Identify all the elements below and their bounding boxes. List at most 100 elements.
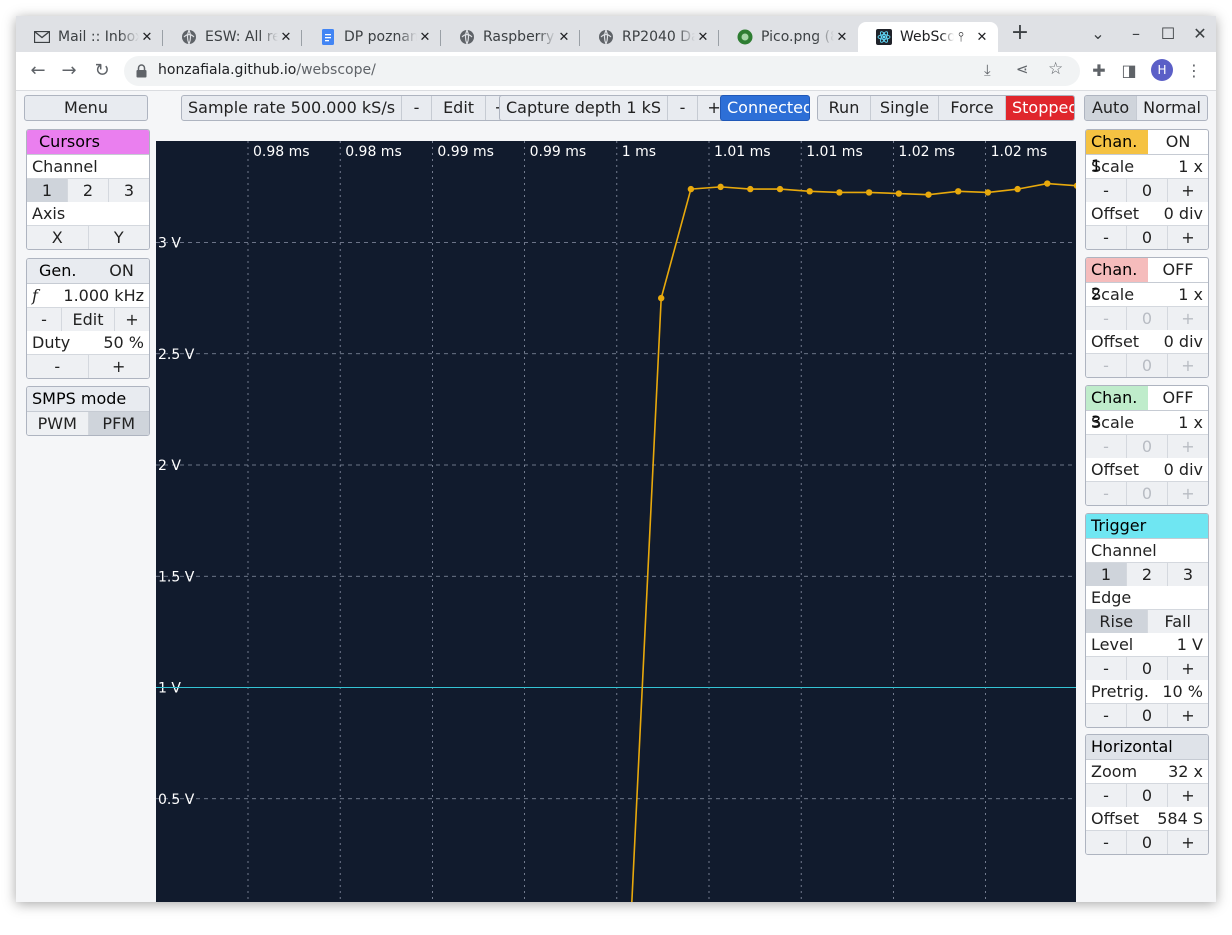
profile-avatar[interactable]: H bbox=[1151, 59, 1173, 81]
channel-3-title[interactable]: Chan. 3 bbox=[1086, 386, 1148, 431]
minimize-button[interactable]: – bbox=[1122, 24, 1150, 43]
duty-increase-button[interactable]: + bbox=[89, 355, 150, 378]
close-icon[interactable]: ✕ bbox=[695, 30, 711, 45]
channel-1-state-toggle[interactable]: ON bbox=[1148, 130, 1208, 154]
channel-1-scale-increase-button[interactable]: + bbox=[1168, 179, 1208, 202]
smps-panel: SMPS mode PWM PFM bbox=[26, 386, 150, 436]
sample-rate-edit-button[interactable]: Edit bbox=[432, 96, 487, 120]
globe-icon bbox=[181, 29, 197, 45]
sample-rate-label: Sample rate 500.000 kS/s bbox=[182, 96, 403, 120]
close-icon[interactable]: ✕ bbox=[974, 30, 990, 45]
channel-3-offset-decrease-button[interactable]: - bbox=[1086, 482, 1127, 505]
install-app-icon[interactable]: ⤓ bbox=[984, 61, 991, 79]
horizontal-offset-decrease-button[interactable]: - bbox=[1086, 831, 1127, 854]
trigger-channel-3-button[interactable]: 3 bbox=[1168, 563, 1208, 586]
tab-raspberry[interactable]: Raspberry P ✕ bbox=[441, 22, 580, 52]
channel-2-state-toggle[interactable]: OFF bbox=[1148, 258, 1208, 282]
back-button[interactable]: ← bbox=[28, 61, 48, 81]
reload-button[interactable]: ↻ bbox=[92, 61, 112, 81]
generator-panel: Gen. ON f 1.000 kHz - Edit + Duty 50 % -… bbox=[26, 258, 150, 379]
channel-3-offset-step: 0 bbox=[1127, 482, 1168, 505]
zoom-decrease-button[interactable]: - bbox=[1086, 784, 1127, 807]
close-icon[interactable]: ✕ bbox=[834, 30, 850, 45]
voltage-tick-label: 1 V bbox=[158, 681, 181, 697]
channel-3-scale-step: 0 bbox=[1127, 435, 1168, 458]
horizontal-offset-increase-button[interactable]: + bbox=[1168, 831, 1208, 854]
smps-pfm-button[interactable]: PFM bbox=[88, 412, 149, 435]
smps-pwm-button[interactable]: PWM bbox=[27, 412, 89, 435]
channel-2-offset-increase-button[interactable]: + bbox=[1168, 354, 1208, 377]
channel-3-state-toggle[interactable]: OFF bbox=[1148, 386, 1208, 410]
channel-2-scale-decrease-button[interactable]: - bbox=[1086, 307, 1127, 330]
connected-status-button[interactable]: Connected bbox=[721, 96, 809, 120]
maximize-button[interactable]: ☐ bbox=[1154, 24, 1182, 43]
trigger-pretrig-decrease-button[interactable]: - bbox=[1086, 704, 1127, 727]
more-menu-icon[interactable]: ⋮ bbox=[1184, 61, 1204, 81]
sample-point bbox=[955, 188, 962, 195]
frequency-increase-button[interactable]: + bbox=[115, 308, 149, 331]
duty-decrease-button[interactable]: - bbox=[27, 355, 89, 378]
cursor-channel-3-button[interactable]: 3 bbox=[109, 179, 149, 202]
forward-button[interactable]: → bbox=[59, 61, 79, 81]
tab-webscope[interactable]: WebSco ⫯ ✕ bbox=[858, 22, 998, 52]
channel-3-offset-increase-button[interactable]: + bbox=[1168, 482, 1208, 505]
close-icon[interactable]: ✕ bbox=[278, 30, 294, 45]
force-button[interactable]: Force bbox=[939, 96, 1006, 120]
trigger-channel-2-button[interactable]: 2 bbox=[1127, 563, 1168, 586]
frequency-edit-button[interactable]: Edit bbox=[62, 308, 115, 331]
stopped-button[interactable]: Stopped bbox=[1006, 96, 1074, 120]
tab-mail[interactable]: Mail :: Inbox ✕ bbox=[16, 22, 163, 52]
close-icon[interactable]: ✕ bbox=[139, 30, 155, 45]
channel-3-scale-decrease-button[interactable]: - bbox=[1086, 435, 1127, 458]
mail-icon bbox=[34, 29, 50, 45]
channel-2-scale-increase-button[interactable]: + bbox=[1168, 307, 1208, 330]
close-icon[interactable]: ✕ bbox=[417, 30, 433, 45]
trigger-fall-button[interactable]: Fall bbox=[1148, 610, 1209, 633]
trigger-rise-button[interactable]: Rise bbox=[1086, 610, 1148, 633]
oscilloscope-display[interactable]: 0.98 ms 0.98 ms 0.99 ms 0.99 ms 1 ms 1.01 ms 1… bbox=[156, 141, 1076, 902]
zoom-increase-button[interactable]: + bbox=[1168, 784, 1208, 807]
channel-3-scale-increase-button[interactable]: + bbox=[1168, 435, 1208, 458]
cursor-channel-1-button[interactable]: 1 bbox=[27, 179, 68, 202]
address-bar[interactable]: honzafiala.github.io/webscope/ ⤓ ⋖ ☆ bbox=[124, 56, 1080, 86]
cursors-title[interactable]: Cursors bbox=[27, 130, 149, 154]
channel-2-title[interactable]: Chan. 2 bbox=[1086, 258, 1148, 303]
frequency-decrease-button[interactable]: - bbox=[27, 308, 62, 331]
sample-point bbox=[776, 185, 784, 193]
auto-mode-button[interactable]: Auto bbox=[1085, 96, 1138, 120]
tab-pico-png[interactable]: Pico.png (8 ✕ bbox=[719, 22, 858, 52]
channel-1-offset-increase-button[interactable]: + bbox=[1168, 226, 1208, 249]
close-icon[interactable]: ✕ bbox=[556, 30, 572, 45]
normal-mode-button[interactable]: Normal bbox=[1137, 96, 1207, 120]
tab-esw[interactable]: ESW: All re ✕ bbox=[163, 22, 302, 52]
channel-1-scale-decrease-button[interactable]: - bbox=[1086, 179, 1127, 202]
trigger-channel-1-button[interactable]: 1 bbox=[1086, 563, 1127, 586]
side-panel-icon[interactable]: ◨ bbox=[1119, 61, 1139, 81]
extensions-puzzle-icon[interactable]: ✚ bbox=[1089, 61, 1109, 81]
cursor-axis-y-button[interactable]: Y bbox=[89, 226, 150, 249]
channel-2-offset-decrease-button[interactable]: - bbox=[1086, 354, 1127, 377]
channel-1-offset-decrease-button[interactable]: - bbox=[1086, 226, 1127, 249]
trigger-pretrig-increase-button[interactable]: + bbox=[1168, 704, 1208, 727]
cursor-axis-x-button[interactable]: X bbox=[27, 226, 89, 249]
tab-search-icon[interactable]: ⌄ bbox=[1084, 24, 1112, 43]
voltage-tick-label: 0.5 V bbox=[158, 792, 195, 808]
cursor-channel-2-button[interactable]: 2 bbox=[68, 179, 109, 202]
capture-depth-decrease-button[interactable]: - bbox=[668, 96, 699, 120]
share-icon[interactable]: ⋖ bbox=[1016, 60, 1029, 78]
new-tab-button[interactable]: + bbox=[1006, 20, 1034, 45]
window-close-button[interactable]: ✕ bbox=[1186, 24, 1214, 43]
run-button[interactable]: Run bbox=[818, 96, 871, 120]
channel-3-offset-row: Offset 0 div bbox=[1086, 458, 1208, 481]
tab-dp[interactable]: DP poznam ✕ bbox=[302, 22, 441, 52]
menu-button[interactable]: Menu bbox=[25, 96, 147, 120]
trigger-level-increase-button[interactable]: + bbox=[1168, 657, 1208, 680]
trigger-level-decrease-button[interactable]: - bbox=[1086, 657, 1127, 680]
tab-rp2040[interactable]: RP2040 Dat ✕ bbox=[580, 22, 719, 52]
smps-header: SMPS mode bbox=[27, 387, 149, 412]
generator-state-toggle[interactable]: ON bbox=[94, 259, 149, 283]
sample-rate-decrease-button[interactable]: - bbox=[402, 96, 433, 120]
bookmark-star-icon[interactable]: ☆ bbox=[1048, 59, 1063, 79]
single-button[interactable]: Single bbox=[871, 96, 939, 120]
channel-1-title[interactable]: Chan. 1 bbox=[1086, 130, 1148, 175]
